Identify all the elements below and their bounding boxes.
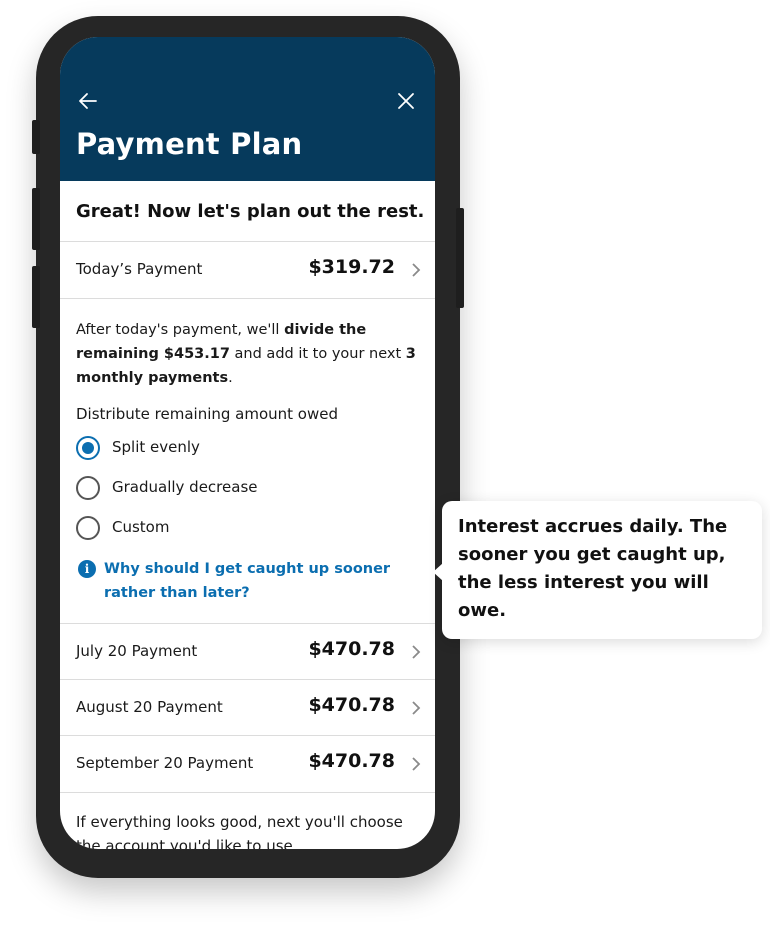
footer-text: If everything looks good, next you'll ch… xyxy=(76,813,403,849)
info-icon: i xyxy=(78,560,96,578)
payment-amount: $470.78 xyxy=(308,638,395,660)
payment-row[interactable]: July 20 Payment $470.78 xyxy=(60,624,435,680)
divider xyxy=(60,298,435,299)
payment-label: July 20 Payment xyxy=(76,642,198,660)
header-bar: Payment Plan xyxy=(60,37,435,181)
radio-label: Custom xyxy=(112,518,170,536)
why-catch-up-link[interactable]: Why should I get caught up sooner rather… xyxy=(104,557,414,605)
divider xyxy=(60,792,435,793)
phone-volume-down-button xyxy=(32,266,40,328)
phone-volume-up-button xyxy=(32,188,40,250)
radio-button[interactable] xyxy=(76,516,100,540)
radio-label: Gradually decrease xyxy=(112,478,258,496)
arrow-left-icon[interactable] xyxy=(76,89,100,113)
page-title: Payment Plan xyxy=(76,127,303,161)
description-text: . xyxy=(228,370,233,386)
description-text: and add it to your next xyxy=(229,346,406,362)
radio-button[interactable] xyxy=(76,476,100,500)
radio-button-selected[interactable] xyxy=(76,436,100,460)
chevron-right-icon xyxy=(412,263,421,277)
chevron-right-icon xyxy=(412,701,421,715)
page-subtitle: Great! Now let's plan out the rest. xyxy=(76,201,425,222)
chevron-right-icon xyxy=(412,645,421,659)
payment-row[interactable]: September 20 Payment $470.78 xyxy=(60,736,435,792)
plan-description: After today's payment, we'll divide the … xyxy=(76,318,421,390)
todays-payment-label: Today’s Payment xyxy=(76,260,203,278)
payment-row[interactable]: August 20 Payment $470.78 xyxy=(60,680,435,736)
tooltip-text: Interest accrues daily. The sooner you g… xyxy=(458,516,728,621)
distribute-label: Distribute remaining amount owed xyxy=(76,405,339,423)
app-screen: Payment Plan Great! Now let's plan out t… xyxy=(60,37,435,849)
todays-payment-amount: $319.72 xyxy=(308,256,395,278)
payment-amount: $470.78 xyxy=(308,694,395,716)
payment-label: September 20 Payment xyxy=(76,754,254,772)
payment-amount: $470.78 xyxy=(308,750,395,772)
description-text: After today's payment, we'll xyxy=(76,322,285,338)
chevron-right-icon xyxy=(412,757,421,771)
phone-mute-switch xyxy=(32,120,40,154)
tooltip-bubble: Interest accrues daily. The sooner you g… xyxy=(433,501,762,639)
phone-power-button xyxy=(456,208,464,308)
todays-payment-row[interactable]: Today’s Payment $319.72 xyxy=(60,242,435,298)
radio-label: Split evenly xyxy=(112,438,200,456)
payment-label: August 20 Payment xyxy=(76,698,223,716)
close-icon[interactable] xyxy=(394,89,418,113)
